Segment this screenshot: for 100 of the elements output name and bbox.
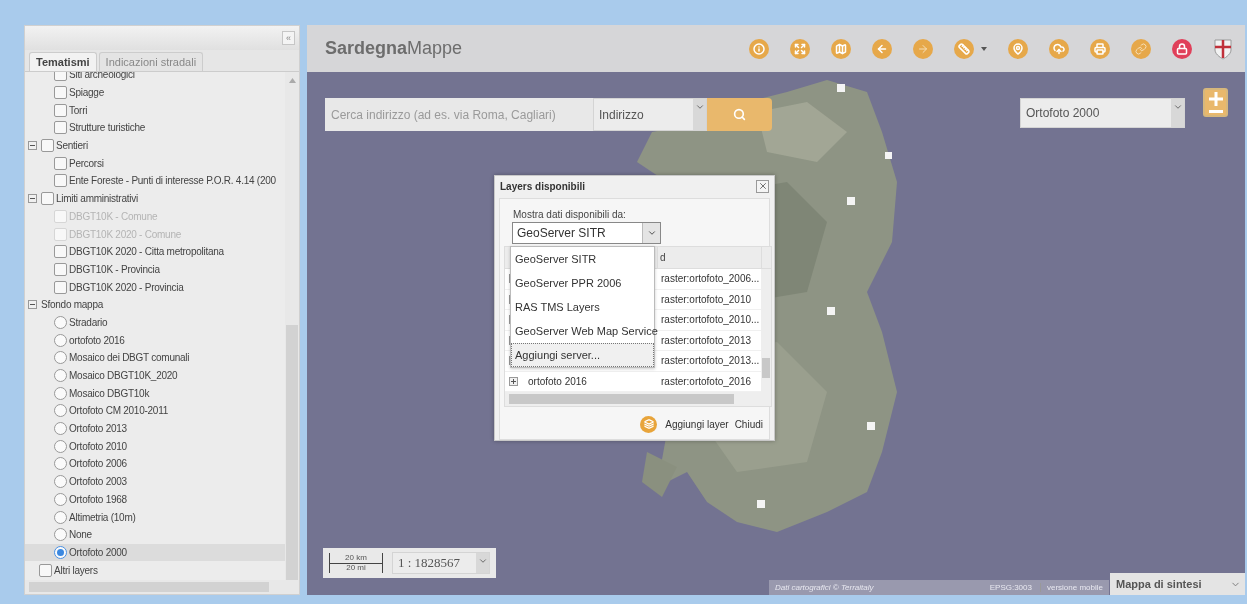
tree-label: DBGT10K - Comune [69,210,158,222]
tree-label: Torri [69,104,88,116]
checkbox[interactable] [41,139,54,153]
checkbox[interactable] [54,103,67,117]
toolbar-button[interactable] [831,38,851,59]
scale-bar: 20 km 20 mi [329,553,383,573]
checkbox[interactable] [54,121,67,135]
lock-icon [1176,42,1188,55]
radio-button[interactable] [54,386,67,400]
pin-icon [1012,42,1024,55]
tree-label: Mosaico DBGT10k [69,387,150,399]
tree-label: DBGT10K 2020 - Provincia [69,281,184,293]
collapse-icon[interactable] [28,141,37,151]
radio-button[interactable] [54,510,67,524]
table-cell: raster:ortofoto_2013 [661,334,752,346]
basemap-select[interactable]: Ortofoto 2000 [1020,98,1185,128]
projection-text: EPSG:3003 [989,583,1032,592]
toolbar-button[interactable] [790,38,810,59]
checkbox[interactable] [54,156,67,170]
tree-label: Sentieri [56,140,88,152]
crest-icon[interactable] [1213,37,1233,60]
checkbox[interactable] [54,245,67,259]
checkbox[interactable] [54,86,67,100]
dropdown-option[interactable]: RAS TMS Layers [511,295,654,319]
tree-label: Ortofoto 2013 [69,423,127,435]
radio-button[interactable] [54,333,67,347]
scroll-up-icon[interactable] [288,78,296,83]
ruler-icon [958,42,970,55]
close-dialog-button[interactable]: Chiudi [734,418,763,430]
expand-icon[interactable] [509,376,518,386]
checkbox[interactable] [54,174,67,188]
close-button[interactable] [756,179,769,193]
radio-button[interactable] [54,492,67,506]
tree-label: Sfondo mappa [41,299,104,311]
plus-icon [1208,92,1223,106]
minus-icon [1208,110,1223,113]
toolbar-button[interactable] [1049,38,1069,59]
source-select[interactable]: GeoServer SITR [512,222,661,244]
radio-button[interactable] [54,528,67,542]
zoom-in-button[interactable] [1208,92,1223,106]
checkbox[interactable] [54,262,67,276]
radio-button[interactable] [54,545,67,559]
zoom-out-button[interactable] [1208,110,1223,113]
collapse-button[interactable]: « [282,31,295,45]
tree-label: Ortofoto 2006 [69,458,127,470]
radio-button[interactable] [54,439,67,453]
radio-button[interactable] [54,404,67,418]
tree-label: Ortofoto 2000 [69,546,127,558]
vertical-scrollbar[interactable] [761,269,771,392]
search-button[interactable] [707,98,772,131]
overview-title: Mappa di sintesi [1116,578,1202,590]
collapse-icon[interactable] [28,300,37,310]
tree-label: Siti archeologici [69,72,135,81]
dropdown-option[interactable]: GeoServer SITR [511,247,654,271]
caret-icon[interactable] [981,46,987,51]
toolbar-button[interactable] [1008,38,1028,59]
radio-button[interactable] [54,475,67,489]
toolbar-button[interactable] [872,38,892,59]
checkbox[interactable] [39,563,52,577]
tree-label: Ortofoto 2003 [69,476,127,488]
radio-button[interactable] [54,351,67,365]
tab[interactable]: Tematismi [29,52,97,71]
expand-arrows-icon [794,42,806,55]
search-icon [733,108,746,121]
collapse-icon[interactable] [28,194,37,204]
arrow-left-icon [876,42,888,55]
add-layer-button[interactable]: Aggiungi layer [640,415,729,433]
tree-label: Percorsi [69,157,104,169]
toolbar-button[interactable] [749,38,769,59]
table-cell: ortofoto 2016 [528,375,587,387]
link-icon [1135,42,1147,55]
toolbar-button[interactable] [954,38,974,59]
horizontal-scrollbar[interactable] [25,580,299,594]
radio-button[interactable] [54,369,67,383]
tree-label: Altimetria (10m) [69,511,136,523]
table-cell: raster:ortofoto_2010... [661,314,760,326]
radio-button[interactable] [54,457,67,471]
radio-button[interactable] [54,422,67,436]
tree-label: Mosaico DBGT10K_2020 [69,370,178,382]
horizontal-scrollbar[interactable] [505,392,771,406]
scale-select[interactable]: 1 : 1828567 [392,552,490,574]
info-icon [753,42,765,55]
radio-button[interactable] [54,315,67,329]
dropdown-option[interactable]: Aggiungi server... [511,343,654,367]
checkbox[interactable] [54,280,67,294]
column-header[interactable]: d [658,247,762,268]
cloud-upload-icon [1053,42,1065,55]
tree-label: Ortofoto 1968 [69,493,127,505]
dialog-title: Layers disponibili [500,180,586,192]
checkbox[interactable] [54,72,67,82]
toolbar-button[interactable] [1090,38,1110,59]
search-type-select[interactable]: Indirizzo [593,98,707,131]
field-label: Mostra dati disponibili da: [513,209,627,220]
brand-logo: SardegnaMappe [325,38,464,59]
address-search-field[interactable]: Cerca indirizzo (ad es. via Roma, Cagliari) [325,98,593,131]
vertical-scrollbar[interactable] [285,72,299,580]
checkbox[interactable] [41,192,54,206]
table-cell: raster:ortofoto_2010 [661,293,752,305]
toolbar-button[interactable] [1172,38,1192,59]
dropdown-option[interactable]: GeoServer PPR 2006 [511,271,654,295]
